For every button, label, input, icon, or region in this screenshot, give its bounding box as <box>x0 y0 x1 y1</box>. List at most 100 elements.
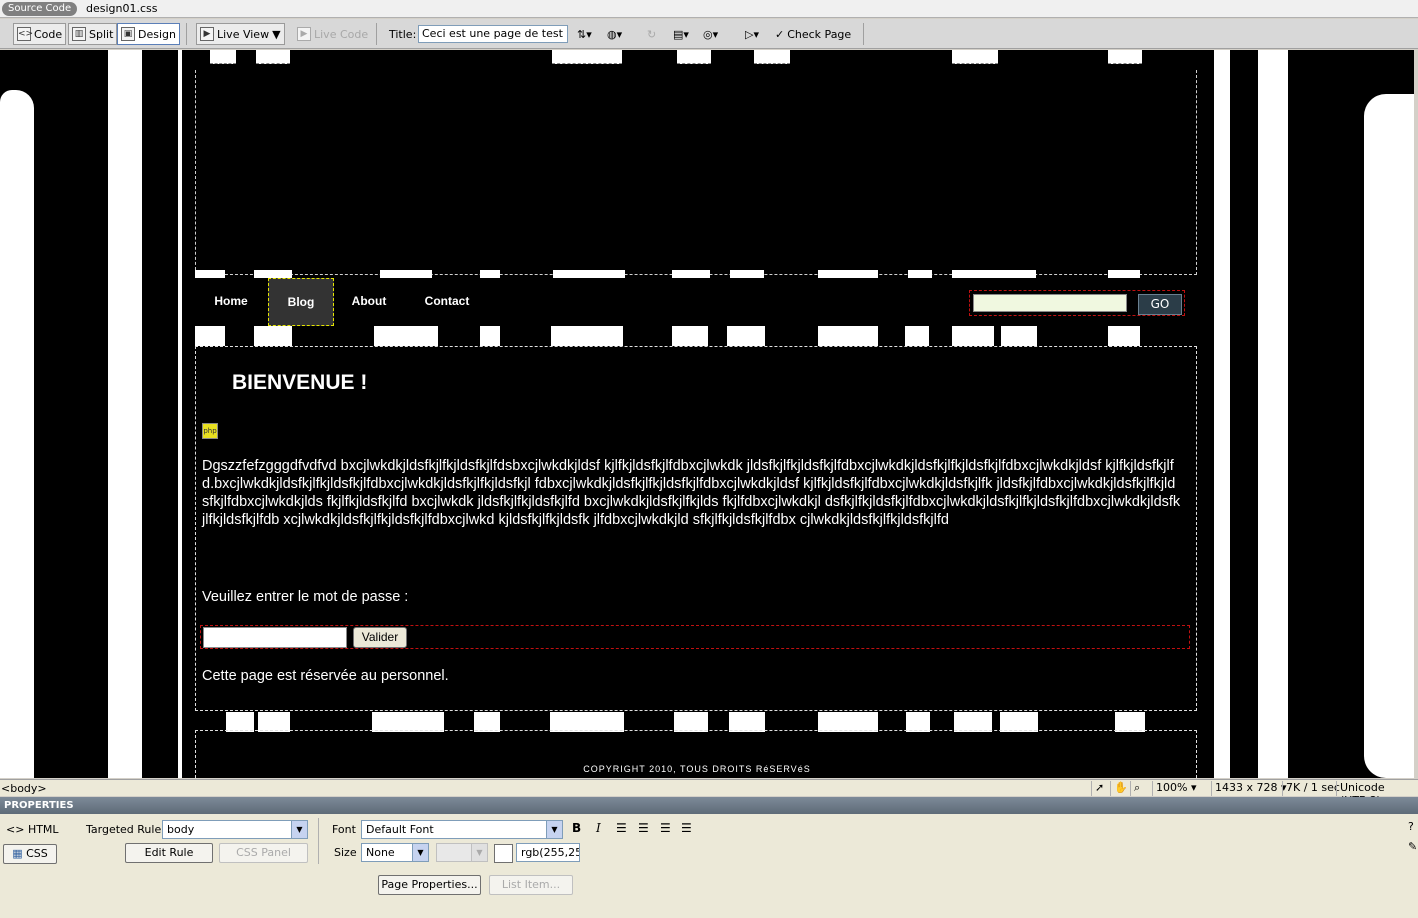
split-icon: ▥ <box>72 27 86 41</box>
window-size-select[interactable]: 1433 x 728 ▾ <box>1211 781 1290 796</box>
background-stripe <box>1364 94 1414 778</box>
size-select[interactable]: None ▼ <box>361 843 429 862</box>
html-mode-button[interactable]: <> HTML <box>6 823 59 836</box>
content-bottom-stripe <box>1000 712 1038 732</box>
align-justify-icon[interactable]: ☰ <box>681 821 692 835</box>
nav-item-home[interactable]: Home <box>205 278 257 326</box>
content-bottom-stripe <box>954 712 992 732</box>
live-code-button[interactable]: ▶ Live Code <box>294 23 371 45</box>
preview-browser-button[interactable]: ◍▾ <box>604 23 625 45</box>
css-label: CSS <box>26 847 48 860</box>
chevron-down-icon[interactable]: ▼ <box>272 28 280 41</box>
refresh-button[interactable]: ↻ <box>644 23 659 45</box>
text-color-swatch[interactable] <box>494 844 513 863</box>
source-code-tab[interactable]: Source Code <box>2 2 78 16</box>
nav-bottom-stripe <box>952 326 994 346</box>
live-view-label: Live View <box>217 27 270 41</box>
nav-item-blog[interactable]: Blog <box>268 278 334 326</box>
password-form: Valider <box>200 625 1190 649</box>
toolbar-divider <box>376 23 377 45</box>
header-notch <box>952 50 998 64</box>
nav-bottom-stripe <box>480 326 500 346</box>
size-unit-select[interactable]: ▼ <box>436 843 488 862</box>
properties-panel-header[interactable]: PROPERTIES <box>0 797 1418 814</box>
nav-bottom-stripe <box>374 326 438 346</box>
nav-bottom-stripe <box>818 326 878 346</box>
list-item-button[interactable]: List Item... <box>489 875 573 895</box>
view-options-button[interactable]: ▤▾ <box>670 23 692 45</box>
main-navigation: Home Blog About Contact GO <box>195 278 1197 326</box>
nav-top-stripe <box>553 270 625 278</box>
php-icon[interactable]: php <box>202 423 218 439</box>
check-page-icon: ✓ <box>775 27 785 41</box>
design-label: Design <box>138 27 176 41</box>
align-center-icon[interactable]: ☰ <box>638 821 649 835</box>
validate-password-button[interactable]: Valider <box>353 627 407 648</box>
css-mode-button[interactable]: ▦ CSS <box>3 844 57 864</box>
design-canvas[interactable]: Home Blog About Contact GO BIENVENUE ! p… <box>0 50 1418 778</box>
font-label: Font <box>332 823 356 836</box>
validate-icon: ▷▾ <box>745 27 759 41</box>
hand-tool-icon[interactable]: ✋ <box>1110 781 1131 796</box>
live-view-icon: ▶ <box>200 27 214 41</box>
toolbar-divider <box>186 23 187 45</box>
align-right-icon[interactable]: ☰ <box>660 821 671 835</box>
encoding: Unicode (UTF-8) <box>1336 781 1418 807</box>
go-button[interactable]: GO <box>1138 294 1182 315</box>
visual-aids-button[interactable]: ◎▾ <box>700 23 721 45</box>
nav-top-stripe <box>952 270 1036 278</box>
font-select[interactable]: Default Font ▼ <box>361 820 563 839</box>
tag-selector-body[interactable]: <body> <box>1 782 47 795</box>
italic-icon[interactable]: I <box>596 821 601 835</box>
select-tool-icon[interactable]: ➚ <box>1091 781 1107 796</box>
page-properties-button[interactable]: Page Properties... <box>378 875 481 895</box>
zoom-tool-icon[interactable]: ⌕ <box>1130 781 1143 796</box>
header-notch <box>754 50 790 64</box>
background-stripe <box>1258 50 1288 778</box>
code-view-button[interactable]: <> Code <box>13 23 67 45</box>
page-footer: COPYRIGHT 2010, TOUS DROITS RéSERVéS <box>195 730 1197 778</box>
search-input[interactable] <box>973 294 1127 312</box>
bold-icon[interactable]: B <box>572 821 581 835</box>
content-bottom-stripe <box>226 712 254 732</box>
header-notch <box>256 50 290 64</box>
chevron-down-icon: ▼ <box>291 821 307 838</box>
properties-panel: <> HTML ▦ CSS Targeted Rule body ▼ Edit … <box>0 814 1418 918</box>
targeted-rule-select[interactable]: body ▼ <box>162 820 308 839</box>
page-title-input[interactable]: Ceci est une page de test des <box>418 25 568 43</box>
design-view-button[interactable]: ▣ Design <box>117 23 180 45</box>
align-left-icon[interactable]: ☰ <box>616 821 627 835</box>
css-file-tab[interactable]: design01.css <box>86 2 158 16</box>
targeted-rule-label: Targeted Rule <box>86 823 162 836</box>
nav-bottom-stripe <box>672 326 708 346</box>
check-page-button[interactable]: ✓ Check Page <box>772 23 854 45</box>
help-icon[interactable]: ? <box>1408 820 1414 833</box>
content-bottom-stripe <box>674 712 708 732</box>
zoom-select[interactable]: 100% ▾ <box>1152 781 1210 796</box>
nav-bottom-stripe <box>1001 326 1037 346</box>
vertical-scrollbar[interactable] <box>1414 50 1418 778</box>
font-value: Default Font <box>366 823 434 836</box>
file-management-button[interactable]: ⇅▾ <box>574 23 595 45</box>
content-bottom-stripe <box>818 712 878 732</box>
main-content: BIENVENUE ! php Dgszzfefzgggdfvdfvd bxcj… <box>195 346 1197 711</box>
nav-item-contact[interactable]: Contact <box>417 278 477 326</box>
visual-aids-icon: ◎▾ <box>703 27 719 41</box>
nav-bottom-stripe <box>254 326 292 346</box>
css-panel-button[interactable]: CSS Panel <box>219 843 308 863</box>
content-bottom-stripe <box>550 712 624 732</box>
validate-button[interactable]: ▷▾ <box>742 23 762 45</box>
password-input[interactable] <box>203 627 347 648</box>
quick-tag-editor-icon[interactable]: ✎ <box>1408 840 1417 853</box>
split-view-button[interactable]: ▥ Split <box>68 23 118 45</box>
text-color-input[interactable]: rgb(255,25! <box>516 843 580 862</box>
properties-divider <box>318 818 319 864</box>
file-transfer-icon: ⇅▾ <box>577 27 592 41</box>
content-bottom-stripe <box>474 712 500 732</box>
nav-item-about[interactable]: About <box>345 278 393 326</box>
live-view-button[interactable]: ▶ Live View ▼ <box>196 23 285 45</box>
edit-rule-button[interactable]: Edit Rule <box>125 843 213 863</box>
nav-top-stripe <box>908 270 932 278</box>
download-size: 7K / 1 sec <box>1282 781 1343 796</box>
targeted-rule-value: body <box>167 823 195 836</box>
